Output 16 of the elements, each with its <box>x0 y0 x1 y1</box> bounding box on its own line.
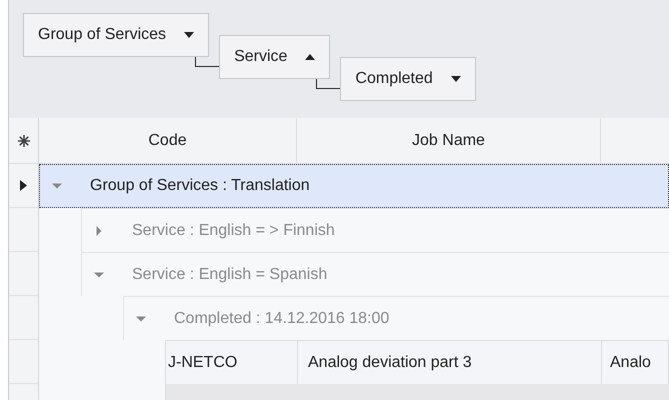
collapse-icon[interactable] <box>52 181 62 191</box>
new-row-icon <box>18 134 30 146</box>
row-indicator[interactable] <box>9 164 39 208</box>
group-label: Group of Services : Translation <box>90 177 310 195</box>
collapse-icon[interactable] <box>136 314 146 324</box>
group-row[interactable]: Group of Services : Translation <box>39 164 669 208</box>
group-label: Service : English = Spanish <box>132 266 328 284</box>
group-label: Completed : 14.12.2016 18:00 <box>174 310 390 328</box>
group-label: Service : English = > Finnish <box>132 222 335 240</box>
group-chip[interactable]: Group of Services <box>23 13 210 57</box>
column-header[interactable]: Job Name <box>297 118 601 163</box>
group-chip[interactable]: Completed <box>340 57 476 101</box>
column-header[interactable]: Code <box>39 118 297 163</box>
group-chip[interactable]: Service <box>219 35 330 79</box>
collapse-icon[interactable] <box>94 270 104 280</box>
expand-icon[interactable] <box>94 226 104 236</box>
